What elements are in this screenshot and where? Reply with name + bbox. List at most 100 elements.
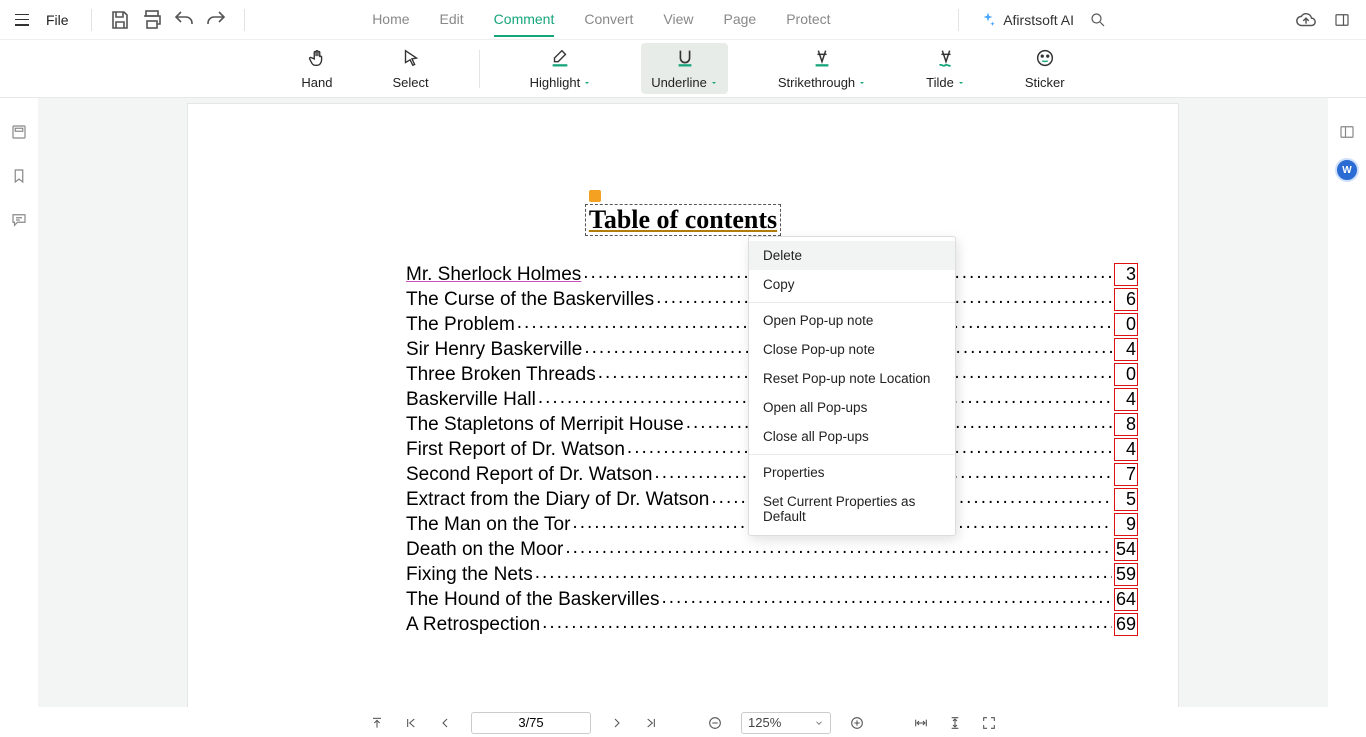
top-tabs: Home Edit Comment Convert View Page Protect [253, 3, 951, 37]
toc-chapter-title: Three Broken Threads [406, 362, 596, 387]
context-menu: DeleteCopy Open Pop-up noteClose Pop-up n… [748, 236, 956, 536]
ribbon-select[interactable]: Select [382, 43, 438, 94]
toc-page-number: 8 [1114, 413, 1138, 436]
left-rail [0, 98, 38, 707]
first-page-icon[interactable] [403, 715, 419, 731]
toc-page-number: 4 [1114, 438, 1138, 461]
menu-item-close-all-pop-ups[interactable]: Close all Pop-ups [749, 422, 955, 451]
toc-chapter-title: Mr. Sherlock Holmes [406, 262, 581, 287]
menu-item-copy[interactable]: Copy [749, 270, 955, 299]
toc-chapter-title: Extract from the Diary of Dr. Watson [406, 487, 709, 512]
toc-chapter-title: The Stapletons of Merripit House [406, 412, 684, 437]
undo-icon[interactable] [172, 8, 196, 32]
ribbon-highlight[interactable]: Highlight [520, 43, 602, 94]
page-title[interactable]: Table of contents [585, 204, 781, 236]
toc-page-number: 5 [1114, 488, 1138, 511]
hand-icon [306, 47, 328, 69]
ribbon-label: Strikethrough [778, 75, 866, 90]
fullscreen-icon[interactable] [981, 715, 997, 731]
comments-icon[interactable] [7, 208, 31, 232]
highlight-icon [549, 47, 571, 69]
ribbon-label: Hand [301, 75, 332, 90]
page-number-input[interactable] [471, 712, 591, 734]
fit-page-icon[interactable] [947, 715, 963, 731]
bookmark-icon[interactable] [7, 164, 31, 188]
print-icon[interactable] [140, 8, 164, 32]
toc-page-number: 54 [1114, 538, 1138, 561]
save-icon[interactable] [108, 8, 132, 32]
tab-convert[interactable]: Convert [584, 3, 633, 37]
menu-item-close-pop-up-note[interactable]: Close Pop-up note [749, 335, 955, 364]
tab-page[interactable]: Page [723, 3, 756, 37]
zoom-out-icon[interactable] [707, 715, 723, 731]
titlebar-left: File [12, 8, 253, 32]
separator [91, 9, 92, 31]
tab-edit[interactable]: Edit [440, 3, 464, 37]
menu-icon[interactable] [12, 8, 36, 32]
menu-item-set-current-properties-as-default[interactable]: Set Current Properties as Default [749, 487, 955, 531]
menu-item-open-all-pop-ups[interactable]: Open all Pop-ups [749, 393, 955, 422]
strikethrough-icon [811, 47, 833, 69]
toc-page-number: 0 [1114, 313, 1138, 336]
toc-page-number: 64 [1114, 588, 1138, 611]
ribbon-strikethrough[interactable]: Strikethrough [768, 43, 876, 94]
toc-chapter-title: First Report of Dr. Watson [406, 437, 625, 462]
menu-item-properties[interactable]: Properties [749, 458, 955, 487]
toc-page-number: 7 [1114, 463, 1138, 486]
toc-leader-dots [535, 560, 1112, 585]
toc-row[interactable]: Death on the Moor 54 [406, 537, 1138, 562]
toc-page-number: 4 [1114, 338, 1138, 361]
toc-chapter-title: A Retrospection [406, 612, 540, 637]
selection-handle-icon[interactable] [589, 190, 601, 202]
ribbon-hand[interactable]: Hand [291, 43, 342, 94]
panel-collapse-icon[interactable] [1335, 120, 1359, 144]
redo-icon[interactable] [204, 8, 228, 32]
ribbon-sticker[interactable]: Sticker [1015, 43, 1075, 94]
panel-toggle-icon[interactable] [1330, 8, 1354, 32]
export-word-icon[interactable]: W [1335, 158, 1359, 182]
table-of-contents: Mr. Sherlock Holmes 3The Curse of the Ba… [188, 262, 1178, 637]
next-page-icon[interactable] [609, 715, 625, 731]
bottom-bar: 125% [0, 707, 1366, 737]
tab-protect[interactable]: Protect [786, 3, 830, 37]
menu-item-reset-pop-up-note-location[interactable]: Reset Pop-up note Location [749, 364, 955, 393]
thumbnails-icon[interactable] [7, 120, 31, 144]
last-page-icon[interactable] [643, 715, 659, 731]
file-menu[interactable]: File [46, 12, 69, 28]
toc-chapter-title: The Hound of the Baskervilles [406, 587, 659, 612]
search-icon[interactable] [1086, 8, 1110, 32]
toc-row[interactable]: The Hound of the Baskervilles 64 [406, 587, 1138, 612]
titlebar: File Home Edit Comment Convert View Page Prote… [0, 0, 1366, 40]
fit-width-icon[interactable] [913, 715, 929, 731]
toc-row[interactable]: Fixing the Nets 59 [406, 562, 1138, 587]
menu-separator [749, 454, 955, 455]
ribbon-label: Select [392, 75, 428, 90]
menu-item-open-pop-up-note[interactable]: Open Pop-up note [749, 306, 955, 335]
ribbon: Hand Select Highlight Underline Striketh… [0, 40, 1366, 98]
cloud-upload-icon[interactable] [1294, 8, 1318, 32]
ribbon-label: Highlight [530, 75, 592, 90]
toc-page-number: 69 [1114, 613, 1138, 636]
ai-button[interactable]: Afirstsoft AI [979, 11, 1074, 29]
toc-page-number: 6 [1114, 288, 1138, 311]
ribbon-underline[interactable]: Underline [641, 43, 728, 94]
zoom-select[interactable]: 125% [741, 712, 831, 734]
tab-comment[interactable]: Comment [494, 3, 555, 37]
separator [479, 50, 480, 88]
tab-home[interactable]: Home [372, 3, 409, 37]
toc-page-number: 0 [1114, 363, 1138, 386]
menu-separator [749, 302, 955, 303]
scroll-top-icon[interactable] [369, 715, 385, 731]
zoom-value: 125% [748, 715, 781, 730]
select-icon [400, 47, 422, 69]
right-rail: W [1328, 98, 1366, 707]
toc-chapter-title: The Man on the Tor [406, 512, 570, 537]
tab-view[interactable]: View [663, 3, 693, 37]
toc-row[interactable]: A Retrospection 69 [406, 612, 1138, 637]
document-viewport[interactable]: Table of contents Mr. Sherlock Holmes 3T… [38, 98, 1328, 707]
ribbon-tilde[interactable]: Tilde [916, 43, 975, 94]
zoom-in-icon[interactable] [849, 715, 865, 731]
prev-page-icon[interactable] [437, 715, 453, 731]
menu-item-delete[interactable]: Delete [749, 241, 955, 270]
toc-page-number: 9 [1114, 513, 1138, 536]
